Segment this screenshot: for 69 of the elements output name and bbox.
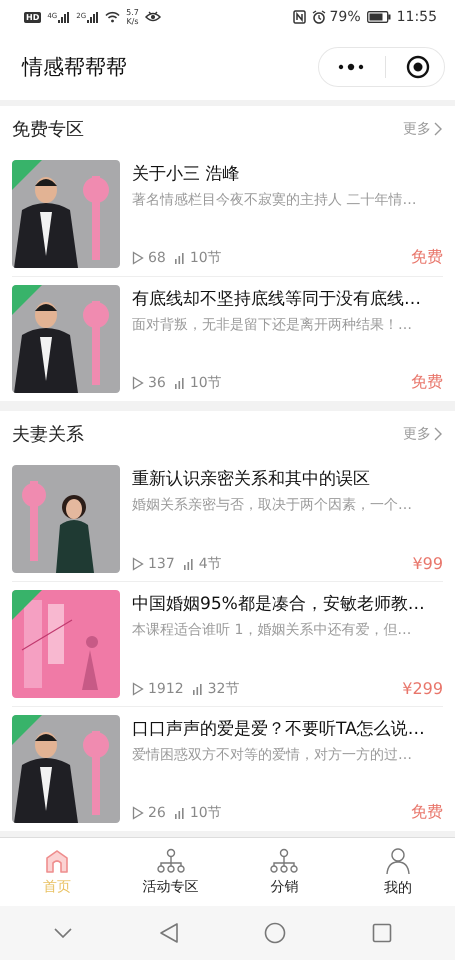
bar-chart-icon — [174, 376, 186, 388]
play-count: 68 — [148, 250, 166, 266]
tab[interactable]: 我的 — [341, 838, 455, 906]
course-description: 婚姻关系亲密与否，取决于两个因素，一个… — [132, 496, 413, 514]
play-icon — [132, 250, 144, 264]
network-icon — [156, 848, 185, 874]
course-title: 关于小三 浩峰 — [132, 163, 240, 185]
section-title: 免费专区 — [12, 118, 84, 141]
signal-icon — [87, 12, 100, 22]
course-title: 有底线却不坚持底线等同于没有底线… — [132, 288, 422, 310]
tab[interactable]: 活动专区 — [114, 838, 228, 906]
course-description: 爱情困惑双方不对等的爱情，对方一方的过… — [132, 746, 413, 764]
wifi-icon — [105, 11, 120, 23]
course-price: 免费 — [411, 247, 443, 268]
chevron-down-icon[interactable] — [52, 927, 73, 939]
play-count: 36 — [148, 374, 166, 390]
recent-apps-icon[interactable] — [372, 923, 392, 943]
lesson-count: 10节 — [190, 248, 222, 266]
course-description: 本课程适合谁听 1，婚姻关系中还有爱，但… — [132, 621, 412, 639]
more-icon[interactable] — [337, 62, 365, 72]
lesson-count: 10节 — [190, 804, 222, 822]
course-title: 口口声声的爱是爱？不要听TA怎么说… — [132, 718, 426, 740]
section-title: 夫妻关系 — [12, 423, 84, 446]
course-title: 重新认识亲密关系和其中的误区 — [132, 468, 371, 490]
play-icon — [132, 376, 144, 390]
course-price: ¥299 — [402, 679, 443, 698]
nfc-icon — [292, 10, 306, 24]
eye-icon — [144, 11, 161, 23]
network-icon — [270, 848, 298, 874]
course-price: 免费 — [411, 372, 443, 393]
back-icon[interactable] — [158, 922, 179, 944]
bar-chart-icon — [182, 558, 195, 570]
course-price: ¥99 — [412, 554, 443, 573]
lesson-count: 10节 — [190, 374, 222, 392]
course-item[interactable]: 口口声声的爱是爱？不要听TA怎么说… 爱情困惑双方不对等的爱情，对方一方的过… 26 10节 免费 — [12, 707, 443, 831]
play-count: 1912 — [148, 680, 184, 696]
house-icon — [44, 848, 70, 874]
lesson-count: 4节 — [198, 554, 222, 572]
tab[interactable]: 分销 — [228, 838, 342, 906]
play-icon — [132, 556, 144, 570]
course-description: 面对背叛，无非是留下还是离开两种结果！… — [132, 316, 413, 334]
speed-unit: K/s — [126, 17, 139, 26]
battery-percentage: 79% — [330, 9, 361, 25]
bar-chart-icon — [174, 806, 186, 818]
clock-time: 11:55 — [396, 9, 437, 25]
chevron-right-icon — [433, 426, 443, 442]
page-title: 情感帮帮帮 — [22, 54, 127, 81]
network-speed: 5.7 — [126, 8, 139, 17]
course-item[interactable]: 重新认识亲密关系和其中的误区 婚姻关系亲密与否，取决于两个因素，一个… 137 4节 ¥99 — [12, 457, 443, 582]
course-item[interactable]: 中国婚姻95%都是凑合，安敏老师教… 本课程适合谁听 1，婚姻关系中还有爱，但… 1912 32节 ¥299 — [12, 582, 443, 707]
home-icon[interactable] — [264, 922, 286, 944]
alarm-icon — [312, 10, 326, 24]
course-item[interactable]: 有底线却不坚持底线等同于没有底线… 面对背叛，无非是留下还是离开两种结果！… 36 10节 免费 — [12, 277, 443, 401]
battery-icon — [366, 11, 391, 23]
person-icon — [385, 847, 412, 875]
lesson-count: 32节 — [208, 680, 240, 698]
hd-badge: HD — [24, 12, 42, 22]
course-description: 著名情感栏目今夜不寂寞的主持人 二十年情… — [132, 191, 418, 209]
chevron-right-icon — [433, 121, 443, 137]
course-item[interactable]: 关于小三 浩峰 著名情感栏目今夜不寂寞的主持人 二十年情… 68 10节 免费 — [12, 152, 443, 277]
bar-chart-icon — [192, 682, 204, 694]
play-count: 137 — [148, 556, 175, 572]
play-icon — [132, 682, 144, 696]
play-count: 26 — [148, 804, 166, 820]
play-icon — [132, 806, 144, 820]
bar-chart-icon — [174, 252, 186, 264]
course-title: 中国婚姻95%都是凑合，安敏老师教… — [132, 593, 426, 615]
course-price: 免费 — [411, 802, 443, 823]
signal-icon — [58, 12, 70, 22]
